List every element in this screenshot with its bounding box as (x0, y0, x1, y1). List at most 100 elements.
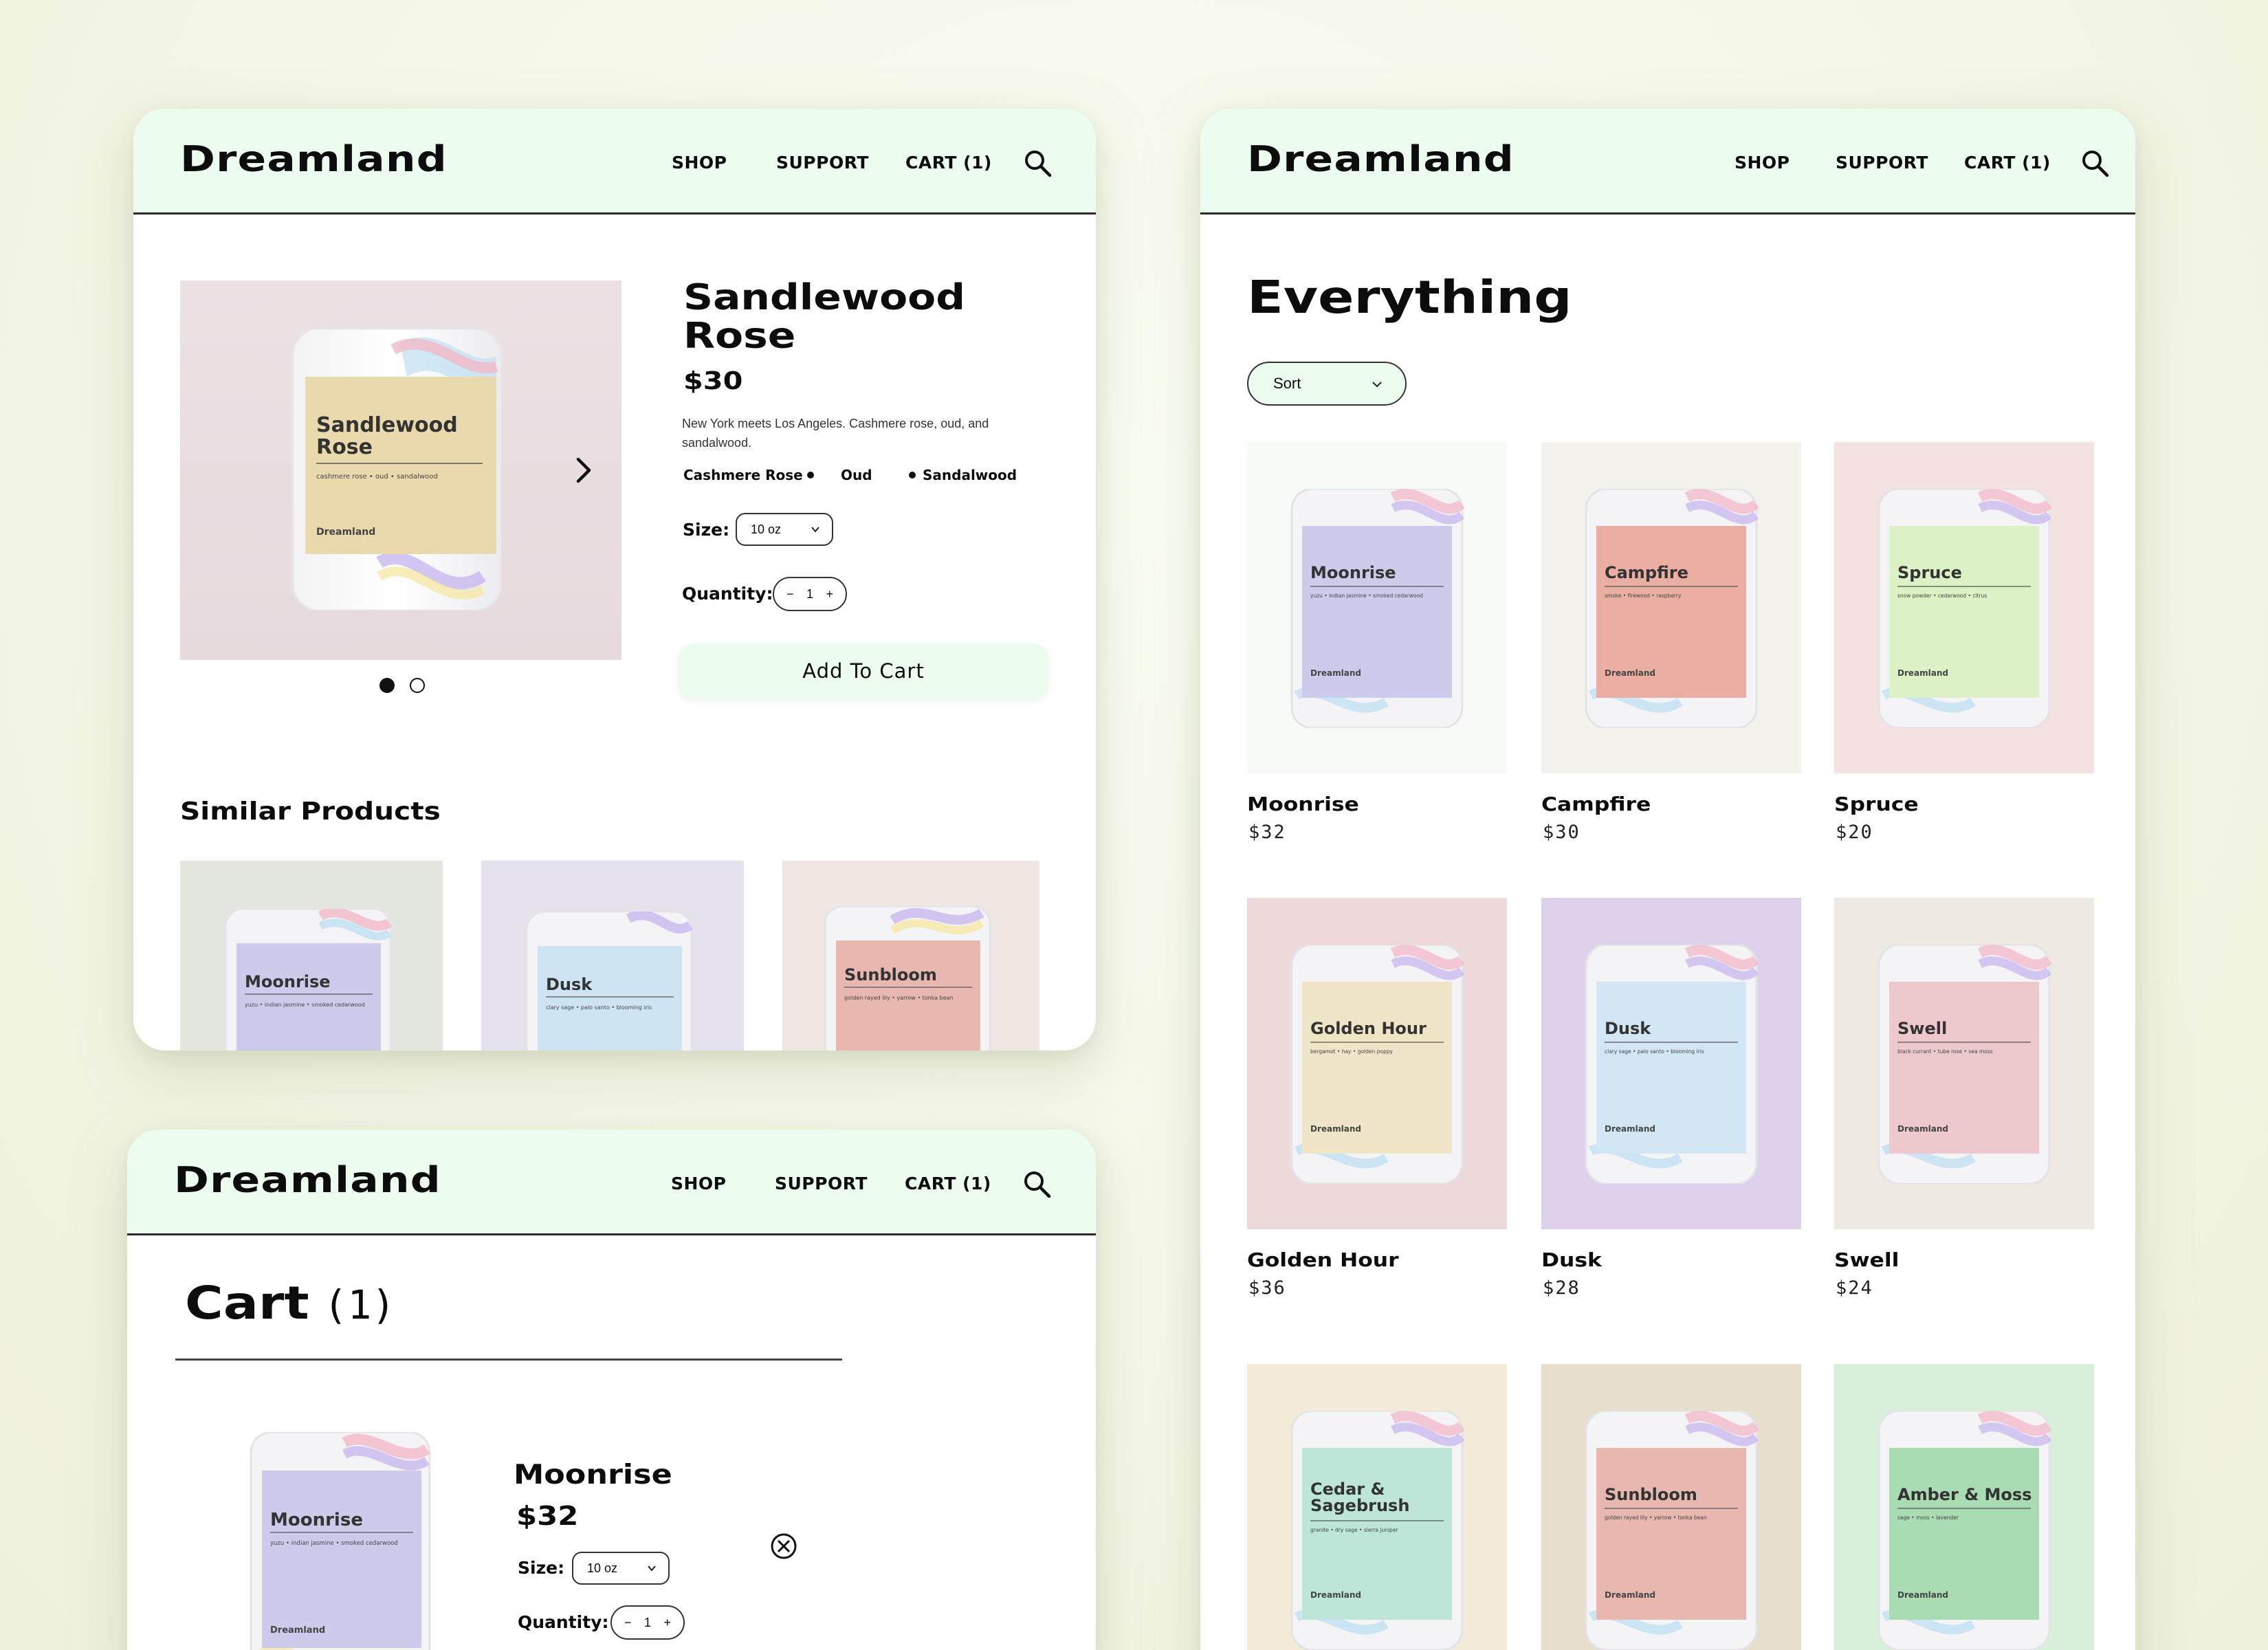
chevron-right-icon[interactable] (575, 456, 593, 484)
svg-text:golden rayed lily • yarrow: golden rayed lily • yarrow • tonka bean (844, 995, 954, 1001)
product-price: $30 (1543, 822, 1581, 843)
decrement-button[interactable]: − (786, 587, 794, 602)
svg-text:Moonrise: Moonrise (270, 1510, 363, 1530)
size-select[interactable]: 10 oz (572, 1552, 670, 1585)
quantity-stepper[interactable]: − 1 + (773, 577, 847, 611)
note-cashmere-rose: Cashmere Rose (683, 467, 803, 483)
svg-text:Sagebrush: Sagebrush (1310, 1496, 1409, 1515)
svg-text:Dreamland: Dreamland (1605, 668, 1655, 678)
candle-illustration: Moonrise yuzu • indian jasmine • smoked … (224, 909, 392, 1050)
svg-text:Amber & Moss: Amber & Moss (1897, 1485, 2032, 1504)
svg-text:sage • moss • lavender: sage • moss • lavender (1897, 1515, 1959, 1521)
sort-dropdown[interactable]: Sort (1247, 362, 1407, 406)
product-card[interactable]: Cedar & Sagebrush granite • dry sage • si… (1247, 1364, 1507, 1650)
size-label: Size: (518, 1558, 565, 1578)
product-price: $20 (1836, 822, 1873, 843)
product-price: $30 (683, 367, 743, 395)
cart-item-name: Moonrise (514, 1460, 672, 1490)
brand-logo[interactable]: Dreamland (174, 1160, 441, 1201)
product-name[interactable]: Spruce (1834, 793, 1919, 815)
similar-product-card[interactable]: Moonrise yuzu • indian jasmine • smoked … (180, 861, 443, 1050)
nav-shop-link[interactable]: SHOP (672, 153, 727, 173)
similar-products-heading: Similar Products (180, 798, 441, 826)
quantity-label: Quantity: (682, 584, 773, 604)
carousel-dot[interactable] (410, 678, 425, 693)
candle-illustration: Sunbloom golden rayed lily • yarrow • to… (824, 906, 991, 1050)
size-label: Size: (683, 520, 730, 540)
svg-text:Moonrise: Moonrise (1310, 563, 1396, 582)
svg-text:snow powder • cedarwood •: snow powder • cedarwood • citrus (1897, 593, 1987, 599)
sort-label: Sort (1273, 375, 1301, 392)
page-title: Everything (1247, 271, 1572, 324)
product-name[interactable]: Golden Hour (1247, 1248, 1399, 1271)
svg-text:Dreamland: Dreamland (1897, 1590, 1948, 1600)
similar-product-card[interactable]: Sunbloom golden rayed lily • yarrow • to… (782, 861, 1039, 1050)
chevron-down-icon (811, 527, 819, 533)
svg-text:clary sage • palo santo •: clary sage • palo santo • blooming iris (1605, 1048, 1704, 1055)
product-card[interactable]: Swell black currant • tube rose • sea mo… (1834, 898, 2094, 1229)
quantity-value: 1 (643, 1615, 651, 1629)
cart-page-window: Dreamland SHOP SUPPORT CART (1) Cart (1)… (127, 1130, 1096, 1650)
search-icon[interactable] (2080, 148, 2109, 177)
cart-item-image: Moonrise yuzu • indian jasmine • smoked … (250, 1432, 431, 1650)
nav-cart-link[interactable]: CART (1) (1964, 153, 2051, 173)
similar-product-card[interactable]: Dusk clary sage • palo santo • blooming … (481, 861, 744, 1050)
nav-cart-link[interactable]: CART (1) (905, 1174, 991, 1194)
product-card[interactable]: Sunbloom golden rayed lily • yarrow • to… (1541, 1364, 1801, 1650)
product-card[interactable]: Moonrise yuzu • indian jasmine • smoked … (1247, 442, 1507, 773)
product-card[interactable]: Campfire smoke • firewood • raspberry Dr… (1541, 442, 1801, 773)
product-name[interactable]: Dusk (1541, 1248, 1602, 1271)
svg-text:Swell: Swell (1897, 1019, 1947, 1038)
svg-text:yuzu • indian jasmine • sm: yuzu • indian jasmine • smoked cedarwood (245, 1002, 365, 1008)
candle-illustration: Golden Hour bergamot • hay • golden popp… (1290, 945, 1464, 1184)
svg-text:Moonrise: Moonrise (245, 972, 331, 991)
size-value: 10 oz (751, 522, 782, 536)
product-name[interactable]: Moonrise (1247, 793, 1359, 815)
product-card[interactable]: Golden Hour bergamot • hay • golden popp… (1247, 898, 1507, 1229)
candle-illustration: Dusk clary sage • palo santo • blooming … (1585, 945, 1759, 1184)
carousel-dot-active[interactable] (379, 678, 395, 693)
svg-text:yuzu • indian jasmine • sm: yuzu • indian jasmine • smoked cedarwood (270, 1540, 398, 1547)
nav-cart-link[interactable]: CART (1) (905, 153, 992, 173)
chevron-down-icon (1372, 382, 1382, 388)
product-description: New York meets Los Angeles. Cashmere ros… (682, 417, 989, 450)
nav-shop-link[interactable]: SHOP (1735, 153, 1790, 173)
nav-bar: Dreamland SHOP SUPPORT CART (1) (133, 109, 1096, 214)
product-price: $28 (1543, 1277, 1581, 1299)
nav-bar: Dreamland SHOP SUPPORT CART (1) (1200, 109, 2135, 214)
product-card[interactable]: Spruce snow powder • cedarwood • citrus … (1834, 442, 2094, 773)
svg-text:Dreamland: Dreamland (1897, 1124, 1948, 1134)
candle-illustration: Spruce snow powder • cedarwood • citrus … (1878, 489, 2051, 728)
nav-support-link[interactable]: SUPPORT (1836, 153, 1928, 173)
svg-text:clary sage • palo santo •: clary sage • palo santo • blooming iris (546, 1004, 652, 1011)
increment-button[interactable]: + (663, 1616, 671, 1630)
nav-support-link[interactable]: SUPPORT (775, 1174, 868, 1194)
search-icon[interactable] (1023, 148, 1052, 177)
cart-title: Cart (1) (185, 1277, 395, 1330)
candle-brand: Dreamland (316, 527, 375, 538)
decrement-button[interactable]: − (624, 1616, 632, 1630)
product-card[interactable]: Dusk clary sage • palo santo • blooming … (1541, 898, 1801, 1229)
increment-button[interactable]: + (826, 587, 833, 602)
product-card[interactable]: Amber & Moss sage • moss • lavender Drea… (1834, 1364, 2094, 1650)
product-price: $24 (1836, 1277, 1873, 1299)
svg-text:Dreamland: Dreamland (1897, 668, 1948, 678)
quantity-stepper[interactable]: − 1 + (610, 1605, 685, 1640)
product-name[interactable]: Swell (1834, 1248, 1899, 1271)
product-page-window: Dreamland SHOP SUPPORT CART (1) Sandlewo… (133, 109, 1096, 1050)
remove-item-icon[interactable] (770, 1532, 797, 1560)
product-price: $32 (1248, 822, 1286, 843)
nav-support-link[interactable]: SUPPORT (776, 153, 869, 173)
search-icon[interactable] (1022, 1169, 1051, 1198)
product-name[interactable]: Campfire (1541, 793, 1651, 815)
cart-title-text: Cart (185, 1277, 309, 1330)
brand-logo[interactable]: Dreamland (1247, 139, 1515, 180)
svg-text:Dreamland: Dreamland (1310, 1124, 1361, 1134)
chevron-down-icon (648, 1565, 656, 1572)
svg-text:bergamot • hay • golden po: bergamot • hay • golden poppy (1310, 1048, 1394, 1055)
size-select[interactable]: 10 oz (736, 513, 833, 546)
add-to-cart-button[interactable]: Add To Cart (678, 644, 1049, 698)
brand-logo[interactable]: Dreamland (180, 139, 448, 180)
nav-shop-link[interactable]: SHOP (671, 1174, 727, 1194)
svg-text:Sunbloom: Sunbloom (844, 965, 937, 984)
